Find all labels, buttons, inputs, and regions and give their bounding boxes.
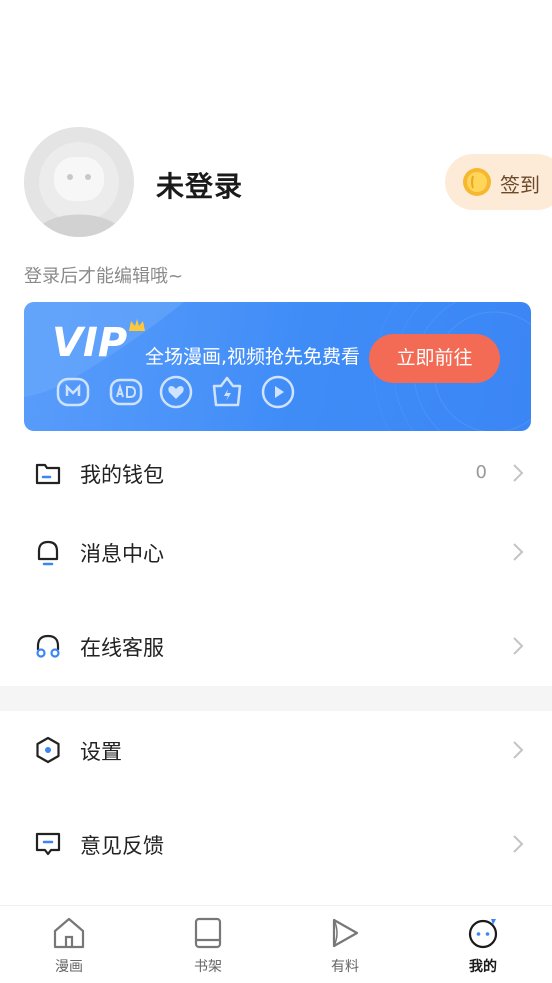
vip-slogan: 全场漫画,视频抢先免费看 [145,346,361,368]
headset-icon [36,634,60,658]
menu-messages[interactable]: 消息中心 [0,522,552,582]
chevron-right-icon [513,835,524,853]
chevron-right-icon [513,543,524,561]
tab-discover[interactable]: 有料 [305,916,385,980]
ad-free-icon [109,378,143,406]
hexagon-settings-icon [36,736,60,764]
menu-service[interactable]: 在线客服 [0,616,552,676]
menu-wallet[interactable]: 我的钱包 0 [0,443,552,503]
tab-mine-label: 我的 [469,959,497,975]
menu-messages-label: 消息中心 [80,542,164,566]
bookshelf-icon [194,917,222,949]
avatar[interactable] [24,127,134,237]
menu-feedback[interactable]: 意见反馈 [0,814,552,874]
vip-banner[interactable]: VIP 全场漫画,视频抢先免费看 立即前往 [24,302,531,431]
crown-icon [129,319,145,331]
tab-discover-label: 有料 [331,959,359,975]
tab-mine[interactable]: 我的 [443,916,523,980]
bottom-tab-bar: 漫画 书架 有料 我的 [0,905,552,983]
feedback-icon [35,832,61,856]
play-tab-icon [332,918,359,948]
signin-button[interactable]: 签到 [445,154,552,210]
profile-header: 未登录 签到 [0,125,552,240]
vip-go-button[interactable]: 立即前往 [369,334,500,383]
play-icon [261,375,295,409]
home-icon [53,917,85,949]
default-avatar-icon [24,127,134,237]
login-hint: 登录后才能编辑哦~ [24,266,184,287]
flash-icon [212,376,242,407]
section-divider [0,686,552,711]
menu-feedback-label: 意见反馈 [80,834,164,858]
chevron-right-icon [513,741,524,759]
vip-logo: VIP [52,320,128,366]
menu-settings[interactable]: 设置 [0,720,552,780]
wallet-balance: 0 [475,462,487,483]
menu-service-label: 在线客服 [80,636,164,660]
tab-manga-label: 漫画 [55,959,83,975]
heart-icon [159,375,193,409]
tab-bookshelf[interactable]: 书架 [168,916,248,980]
chevron-right-icon [513,637,524,655]
username[interactable]: 未登录 [156,165,243,205]
coin-icon [463,168,491,196]
manga-icon [56,377,90,407]
mine-face-icon [468,919,498,949]
menu-settings-label: 设置 [80,740,122,764]
menu-wallet-label: 我的钱包 [80,463,164,487]
signin-label: 签到 [500,173,540,197]
chevron-right-icon [513,464,524,482]
wallet-icon [35,463,61,485]
tab-bookshelf-label: 书架 [194,959,222,975]
tab-manga[interactable]: 漫画 [29,916,109,980]
bell-icon [37,540,59,566]
